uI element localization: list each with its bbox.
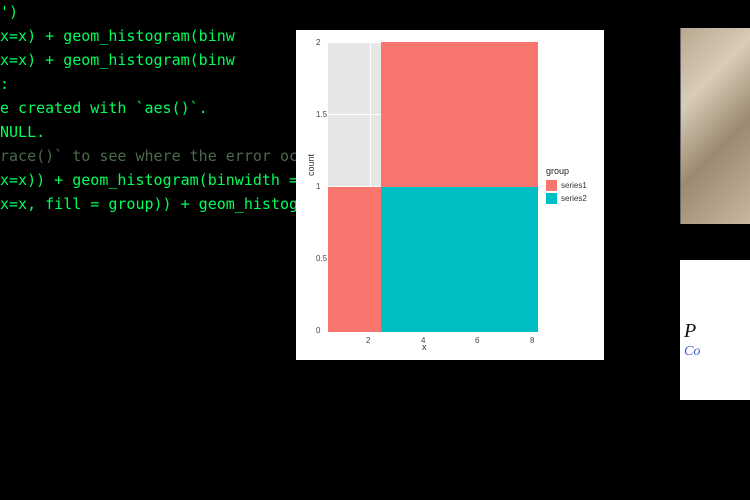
ggplot-histogram: 0 0.5 1 1.5 2 2 4 6 8 count x group seri… xyxy=(296,30,604,360)
plot-grid xyxy=(328,42,538,332)
legend-label: series2 xyxy=(561,194,587,203)
book-title-fragment: P xyxy=(684,320,696,342)
code-line: ') xyxy=(0,0,750,24)
legend-title: group xyxy=(546,166,587,176)
ytick: 0.5 xyxy=(316,254,327,263)
ytick: 1 xyxy=(316,182,320,191)
y-axis-label: count xyxy=(306,154,316,176)
book-subtitle-fragment: Co xyxy=(684,344,700,359)
webcam-thumbnail xyxy=(680,28,750,224)
xtick: 2 xyxy=(366,336,370,345)
legend-label: series1 xyxy=(561,181,587,190)
legend-key-icon xyxy=(546,193,557,204)
xtick: 8 xyxy=(530,336,534,345)
xtick: 6 xyxy=(475,336,479,345)
ytick: 1.5 xyxy=(316,110,327,119)
ytick: 2 xyxy=(316,38,320,47)
ytick: 0 xyxy=(316,326,320,335)
legend-key-icon xyxy=(546,180,557,191)
x-axis-label: x xyxy=(422,342,427,352)
legend: group series1 series2 xyxy=(546,166,587,206)
book-cover: P Co xyxy=(680,260,750,400)
